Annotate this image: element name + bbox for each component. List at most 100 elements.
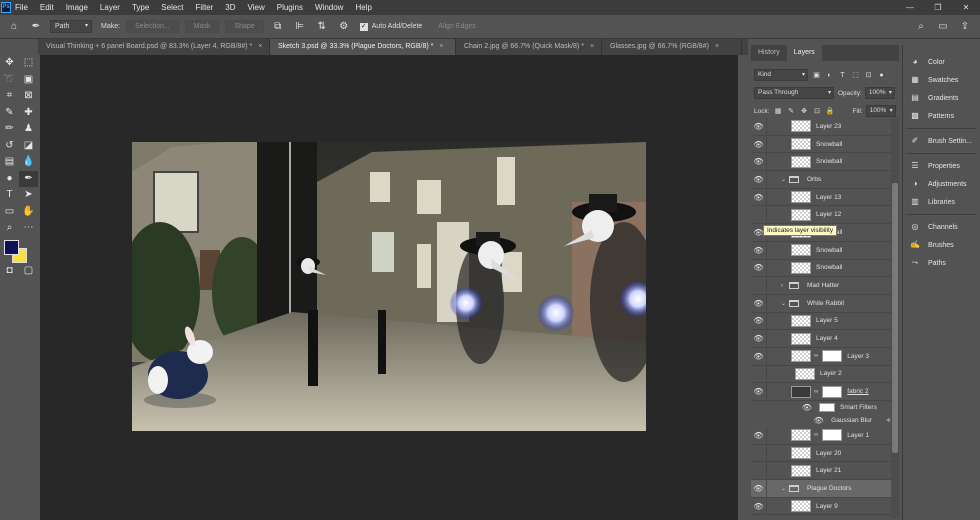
filter-type-icon[interactable]: T [838,71,847,80]
menu-3d[interactable]: 3D [219,0,241,15]
layer-row[interactable]: 👁 Layer 4 [751,330,891,348]
dock-libraries[interactable]: ▥ Libraries [903,193,980,211]
eye-icon[interactable]: 👁 [811,414,826,427]
blend-mode-select[interactable]: Pass Through [754,87,834,99]
close-icon[interactable]: × [439,43,443,50]
tab-glasses[interactable]: Glasses.jpg @ 66.7% (RGB/8#) × [602,39,742,55]
filter-smart-object-icon[interactable]: ⊡ [864,71,873,80]
brush-tool-icon[interactable]: ✏ [0,121,19,138]
group-row-selected[interactable]: 👁 ⌄ Plague Doctors [751,479,891,498]
eye-icon[interactable]: 👁 [751,259,767,277]
type-tool-icon[interactable]: T [0,187,19,204]
menu-edit[interactable]: Edit [34,0,60,15]
tab-layers[interactable]: Layers [786,45,822,61]
path-selection-tool-icon[interactable]: ➤ [19,187,38,204]
chevron-down-icon[interactable]: ⌄ [781,485,786,492]
layer-row[interactable]: 👁 Layer 5 [751,312,891,331]
menu-type[interactable]: Type [126,0,155,15]
layer-mask-thumbnail[interactable] [822,429,843,442]
eye-icon[interactable]: 👁 [799,401,815,414]
lock-paint-icon[interactable]: ✎ [787,107,796,116]
dock-adjustments[interactable]: ◑ Adjustments [903,175,980,193]
layer-row[interactable]: 👁 ∞ Layer 1 [751,426,891,445]
layer-filter-select[interactable]: Kind [754,69,808,81]
rectangle-tool-icon[interactable]: ▭ [0,204,19,221]
menu-view[interactable]: View [242,0,271,15]
search-icon[interactable]: ⌕ [914,19,928,35]
eye-icon[interactable]: 👁 [751,153,767,171]
menu-file[interactable]: File [11,0,34,15]
menu-help[interactable]: Help [349,0,377,15]
layer-mask-thumbnail[interactable] [822,385,843,398]
eye-icon[interactable]: 👁 [751,330,767,348]
screen-mode-icon[interactable]: ▢ [19,263,38,280]
lock-position-icon[interactable]: ✥ [800,107,809,116]
layer-row[interactable]: 👁 Layer 12 [751,206,891,225]
layer-row[interactable]: 👁 Layer 13 [751,188,891,207]
make-shape-button[interactable]: Shape [225,20,264,33]
lock-transparent-icon[interactable]: ▦ [774,107,783,116]
dock-color[interactable]: ◕ Color [903,53,980,71]
pen-tool-icon[interactable]: ✒ [19,170,38,187]
filter-shape-icon[interactable]: ⬚ [851,71,860,80]
layer-row[interactable]: 👁 Snowball [751,259,891,278]
eraser-tool-icon[interactable]: ◪ [19,138,38,155]
move-tool-icon[interactable]: ✥ [0,55,19,72]
menu-layer[interactable]: Layer [94,0,126,15]
scrollbar-thumb[interactable] [892,183,898,453]
hand-tool-icon[interactable]: ✋ [19,204,38,221]
foreground-color-swatch[interactable] [4,239,19,255]
object-selection-tool-icon[interactable]: ▣ [19,72,38,89]
dock-brushes[interactable]: ✍ Brushes [903,236,980,254]
close-icon[interactable]: × [590,43,594,50]
eye-icon[interactable]: 👁 [751,206,767,224]
chevron-down-icon[interactable]: ⌄ [781,176,786,183]
eye-icon[interactable]: 👁 [751,479,767,497]
path-arrangement-icon[interactable]: ⇅ [314,19,330,35]
pen-tool-preset-icon[interactable]: ✒ [28,19,44,35]
lasso-tool-icon[interactable]: ➰ [0,72,19,89]
close-icon[interactable]: × [715,43,719,50]
dock-paths[interactable]: ⤳ Paths [903,254,980,272]
smart-filters-row[interactable]: 👁 Smart Filters [751,401,891,414]
zoom-tool-icon[interactable]: ⌕ [0,220,19,237]
layer-row[interactable]: 👁 Layer 20 [751,444,891,463]
eye-icon[interactable]: 👁 [751,312,767,330]
layer-row[interactable]: 👁 Layer 23 [751,118,891,136]
filter-adjustment-icon[interactable]: ◐ [825,71,834,80]
filter-mask-thumbnail[interactable] [819,403,835,412]
menu-filter[interactable]: Filter [190,0,220,15]
eye-icon[interactable]: 👁 [751,277,767,295]
close-icon[interactable]: × [258,43,262,50]
menu-window[interactable]: Window [309,0,349,15]
group-row[interactable]: 👁 ⌄ Orbs [751,170,891,189]
chevron-right-icon[interactable]: › [781,283,783,289]
eye-icon[interactable]: 👁 [751,426,767,444]
filter-pixel-icon[interactable]: ▣ [812,71,821,80]
home-icon[interactable]: ⌂ [6,19,22,35]
group-row[interactable]: 👁 › Mad Hatter [751,277,891,295]
gaussian-blur-row[interactable]: 👁 Gaussian Blur ≑ [751,414,891,427]
dock-brush-settings[interactable]: ✐ Brush Settin... [903,132,980,150]
eye-icon[interactable]: 👁 [751,383,767,401]
dock-swatches[interactable]: ▦ Swatches [903,71,980,89]
frame-tool-icon[interactable]: ⊠ [19,88,38,105]
marquee-tool-icon[interactable]: ⬚ [19,55,38,72]
dock-properties[interactable]: ☰ Properties [903,157,980,175]
history-brush-tool-icon[interactable]: ↺ [0,138,19,155]
eye-icon[interactable]: 👁 [751,294,767,312]
dodge-tool-icon[interactable]: ● [0,171,19,188]
clone-stamp-tool-icon[interactable]: ♟ [19,121,38,138]
filter-toggle-icon[interactable]: ● [877,71,886,80]
eye-icon[interactable]: 👁 [751,118,767,135]
tab-sketch-3[interactable]: Sketch 3.psd @ 33.3% (Plague Doctors, RG… [270,39,456,55]
crop-tool-icon[interactable]: ⌗ [0,88,19,105]
layer-row[interactable]: 👁 ∞ Layer 3 [751,347,891,366]
opacity-input[interactable]: 100% [864,87,895,99]
make-selection-button[interactable]: Selection... [126,20,179,33]
layer-row[interactable]: 👁 Layer 2 [751,365,891,384]
auto-add-delete-checkbox[interactable]: ✓ [359,22,368,31]
menu-image[interactable]: Image [60,0,94,15]
layer-mask-thumbnail[interactable] [822,350,843,363]
eye-icon[interactable]: 👁 [751,444,767,462]
